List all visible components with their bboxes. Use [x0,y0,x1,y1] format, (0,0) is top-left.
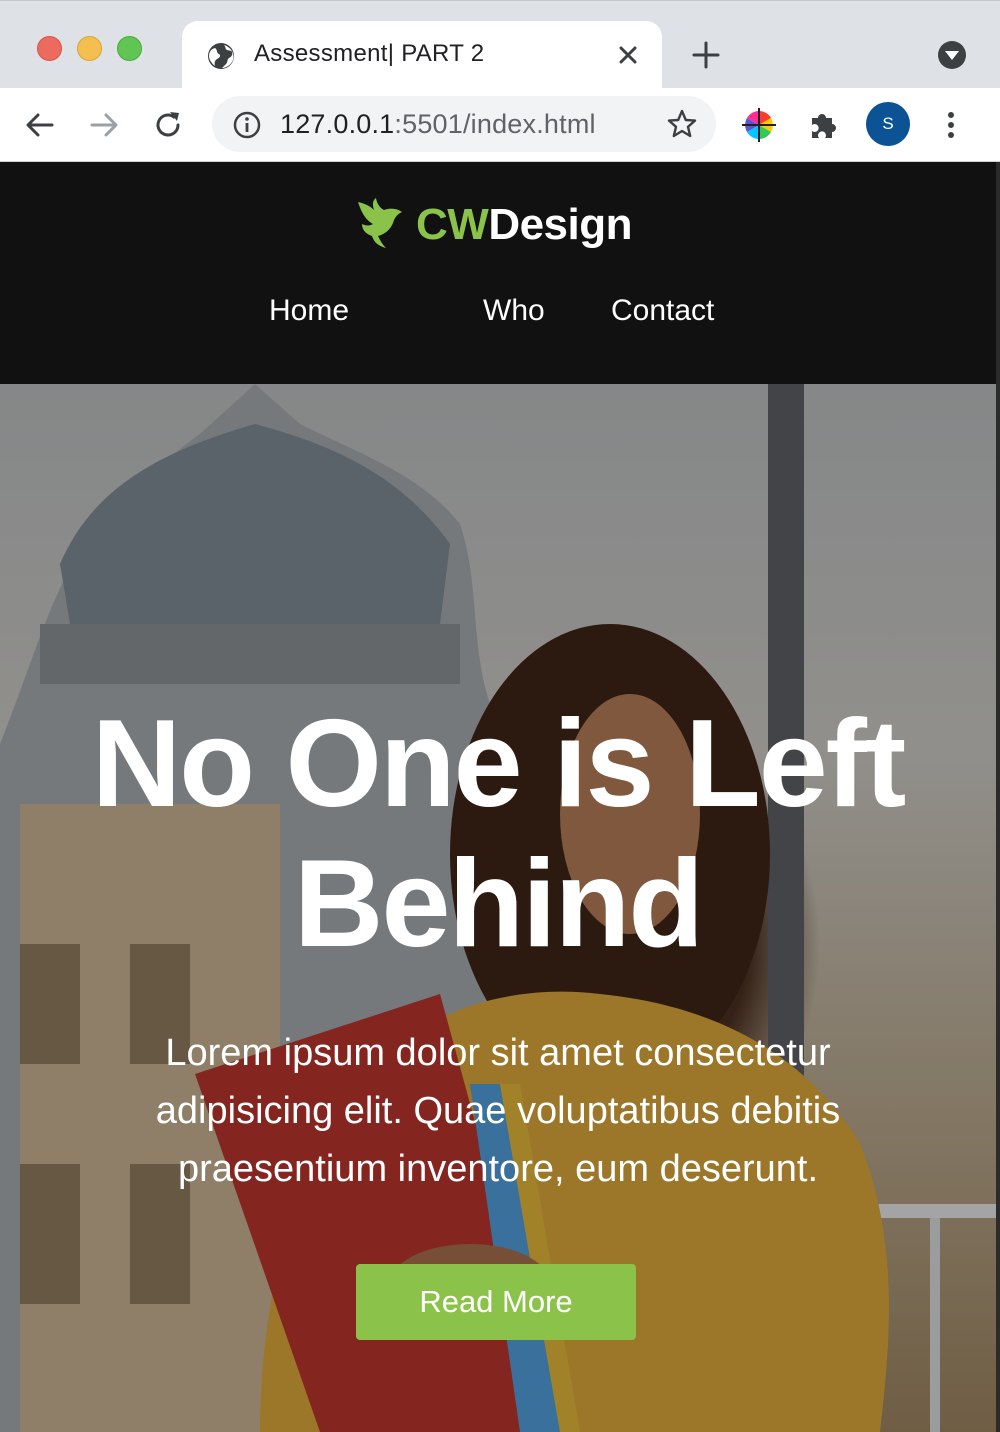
nav-contact[interactable]: Contact [611,294,714,328]
hero-title: No One is Left Behind [0,694,996,974]
nav-who[interactable]: Who [483,294,545,328]
logo-design: Design [488,200,633,249]
new-tab-icon[interactable] [690,39,722,71]
bookmark-star-icon[interactable] [666,108,698,140]
site-header: CWDesign Home Who Contact [0,162,996,384]
logo-wordmark: CWDesign [416,200,633,250]
browser-toolbar: 127.0.0.1:5501/index.html S [0,88,1000,162]
url-path: :5501/index.html [394,109,596,139]
site-info-icon[interactable] [232,110,262,140]
reload-icon[interactable] [150,107,186,143]
hero-text-line2: adipisicing elit. Quae voluptatibus debi… [155,1090,841,1132]
forward-arrow-icon[interactable] [86,107,122,143]
minimize-window-button[interactable] [77,36,102,61]
nav-home[interactable]: Home [269,294,349,328]
browser-tab[interactable]: Assessment| PART 2 [182,21,662,89]
extensions-puzzle-icon[interactable] [804,106,842,144]
tab-search-icon[interactable] [936,39,968,71]
back-arrow-icon[interactable] [22,107,58,143]
globe-icon [208,43,234,69]
logo-cw: CW [416,200,489,249]
browser-tab-strip: Assessment| PART 2 [0,0,1000,89]
browser-menu-icon[interactable] [932,106,970,144]
address-bar[interactable]: 127.0.0.1:5501/index.html [212,96,716,152]
hero-section: No One is Left Behind Lorem ipsum dolor … [0,384,996,1432]
tab-title: Assessment| PART 2 [254,40,485,67]
profile-avatar[interactable]: S [866,102,910,146]
hero-description: Lorem ipsum dolor sit amet consectetur a… [110,1024,886,1198]
window-edge [996,162,1000,1432]
bird-logo-icon [358,198,402,248]
zoom-window-button[interactable] [117,36,142,61]
read-more-button[interactable]: Read More [356,1264,636,1340]
close-tab-icon[interactable] [614,41,642,69]
url-host: 127.0.0.1 [280,109,395,139]
url-text: 127.0.0.1:5501/index.html [280,109,596,140]
hero-text-line1: Lorem ipsum dolor sit amet consectetur [165,1032,831,1074]
hero-text-line3: praesentium inventore, eum deserunt. [177,1148,819,1190]
hero-title-line2: Behind [293,835,704,973]
color-picker-extension-icon[interactable] [740,106,778,144]
close-window-button[interactable] [37,36,62,61]
hero-title-line1: No One is Left [91,695,907,833]
